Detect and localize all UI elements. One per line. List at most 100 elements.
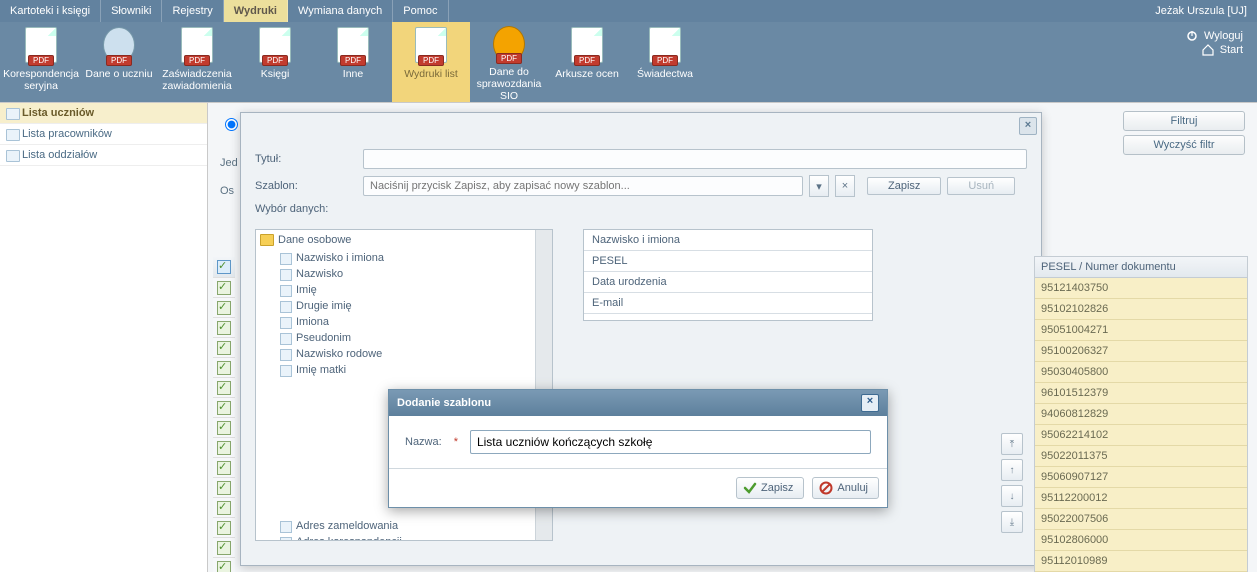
move-top-icon[interactable]: ⤒ [1001,433,1023,455]
usun-szablon-button[interactable]: Usuń [947,177,1015,195]
pdf-badge-icon: PDF [496,53,522,64]
rib-inne[interactable]: PDF Inne [314,22,392,102]
tree-item[interactable]: Imiona [256,314,552,330]
rib-dane-uczniu[interactable]: PDF Dane o uczniu [80,22,158,102]
close-icon[interactable]: × [1019,117,1037,135]
col-header-pesel[interactable]: PESEL / Numer dokumentu [1035,257,1247,278]
tree-item[interactable]: Nazwisko i imiona [256,250,552,266]
checkbox-row[interactable] [213,518,235,538]
tree-item[interactable]: Nazwisko rodowe [256,346,552,362]
menu-wymiana[interactable]: Wymiana danych [288,0,393,22]
tree-item[interactable]: Pseudonim [256,330,552,346]
zapisz-szablon-button[interactable]: Zapisz [867,177,941,195]
tree-item[interactable]: Nazwisko [256,266,552,282]
move-down-icon[interactable]: ↓ [1001,485,1023,507]
menu-pomoc[interactable]: Pomoc [393,0,448,22]
checkbox-row[interactable] [213,558,235,572]
checkbox-row[interactable] [213,298,235,318]
szablon-label: Szablon: [255,180,363,192]
sidebar-item-lista-pracownikow[interactable]: Lista pracowników [0,124,207,145]
filtruj-button[interactable]: Filtruj [1123,111,1245,131]
table-cell[interactable]: 95102102826 [1035,299,1247,320]
sidebar: Lista uczniów Lista pracowników Lista od… [0,103,208,572]
menu-rejestry[interactable]: Rejestry [162,0,223,22]
anuluj-button[interactable]: Anuluj [812,477,879,499]
selected-item[interactable]: Data urodzenia [584,272,872,293]
table-cell[interactable]: 95060907127 [1035,467,1247,488]
checkbox-row[interactable] [213,478,235,498]
move-bottom-icon[interactable]: ⤓ [1001,511,1023,533]
menu-slowniki[interactable]: Słowniki [101,0,162,22]
table-cell[interactable]: 95030405800 [1035,362,1247,383]
tree-item[interactable]: Drugie imię [256,298,552,314]
checkbox-row[interactable] [213,378,235,398]
radio-u[interactable] [225,118,238,131]
checkbox-row[interactable] [213,498,235,518]
szablon-dropdown-icon[interactable]: ▾ [809,175,829,197]
rib-wydruki-list[interactable]: PDF Wydruki list [392,22,470,102]
rib-sio[interactable]: PDF Dane do sprawozdania SIO [470,22,548,102]
sidebar-item-lista-oddzialow[interactable]: Lista oddziałów [0,145,207,166]
tree-item[interactable]: Imię [256,282,552,298]
pdf-badge-icon: PDF [106,55,132,66]
checkbox-row[interactable] [213,438,235,458]
table-cell[interactable]: 95022011375 [1035,446,1247,467]
checkbox-row[interactable] [213,398,235,418]
checkbox-header[interactable] [213,257,235,278]
data-table: PESEL / Numer dokumentu 95121403750 9510… [1034,256,1248,572]
menu-kartoteki[interactable]: Kartoteki i księgi [0,0,101,22]
tree-item[interactable]: Imię matki [256,362,552,378]
menu-wydruki[interactable]: Wydruki [224,0,288,22]
move-up-icon[interactable]: ↑ [1001,459,1023,481]
check-icon [743,481,757,495]
pdf-badge-icon: PDF [574,55,600,66]
add-template-dialog: Dodanie szablonu × Nazwa: * Zapisz Anulu… [388,389,888,508]
table-cell[interactable]: 95051004271 [1035,320,1247,341]
szablon-input[interactable] [363,176,803,196]
rib-ksiegi[interactable]: PDF Księgi [236,22,314,102]
ribbon: PDF Korespondencja seryjna PDF Dane o uc… [0,22,1257,102]
zapisz-button[interactable]: Zapisz [736,477,804,499]
checkbox-row[interactable] [213,278,235,298]
checkbox-row[interactable] [213,318,235,338]
selected-columns-list[interactable]: Nazwisko i imiona PESEL Data urodzenia E… [583,229,873,321]
table-cell[interactable]: 95112010989 [1035,551,1247,572]
table-cell[interactable]: 95121403750 [1035,278,1247,299]
rib-arkusze[interactable]: PDF Arkusze ocen [548,22,626,102]
checkbox-row[interactable] [213,418,235,438]
szablon-clear-icon[interactable]: × [835,175,855,197]
checkbox-row[interactable] [213,358,235,378]
checkbox-row[interactable] [213,338,235,358]
power-icon [1186,30,1198,42]
rib-korespondencja[interactable]: PDF Korespondencja seryjna [2,22,80,102]
tytul-input[interactable] [363,149,1027,169]
menubar: Kartoteki i księgi Słowniki Rejestry Wyd… [0,0,1257,22]
nazwa-input[interactable] [470,430,871,454]
logout-button[interactable]: Wyloguj [1186,30,1243,42]
pdf-badge-icon: PDF [340,55,366,66]
cancel-icon [819,481,833,495]
table-cell[interactable]: 95022007506 [1035,509,1247,530]
checkbox-row[interactable] [213,458,235,478]
rib-zaswiadczenia[interactable]: PDF Zaświadczenia zawiadomienia [158,22,236,102]
wyczysc-button[interactable]: Wyczyść filtr [1123,135,1245,155]
checkbox-row[interactable] [213,538,235,558]
tree-item[interactable]: Adres korespondencji [256,534,552,541]
table-cell[interactable]: 95102806000 [1035,530,1247,551]
pdf-badge-icon: PDF [184,55,210,66]
table-cell[interactable]: 96101512379 [1035,383,1247,404]
sidebar-item-lista-uczniow[interactable]: Lista uczniów [0,103,207,124]
table-cell[interactable]: 95062214102 [1035,425,1247,446]
selected-item[interactable]: Nazwisko i imiona [584,230,872,251]
start-button[interactable]: Start [1186,44,1243,56]
table-cell[interactable]: 95100206327 [1035,341,1247,362]
close-icon[interactable]: × [861,394,879,412]
tree-item[interactable]: Adres zameldowania [256,518,552,534]
tree-root-dane-osobowe[interactable]: Dane osobowe [256,230,552,250]
table-cell[interactable]: 94060812829 [1035,404,1247,425]
table-cell[interactable]: 95112200012 [1035,488,1247,509]
selected-item[interactable]: E-mail [584,293,872,314]
checkbox-column [213,257,235,572]
rib-swiadectwa[interactable]: PDF Świadectwa [626,22,704,102]
selected-item[interactable]: PESEL [584,251,872,272]
